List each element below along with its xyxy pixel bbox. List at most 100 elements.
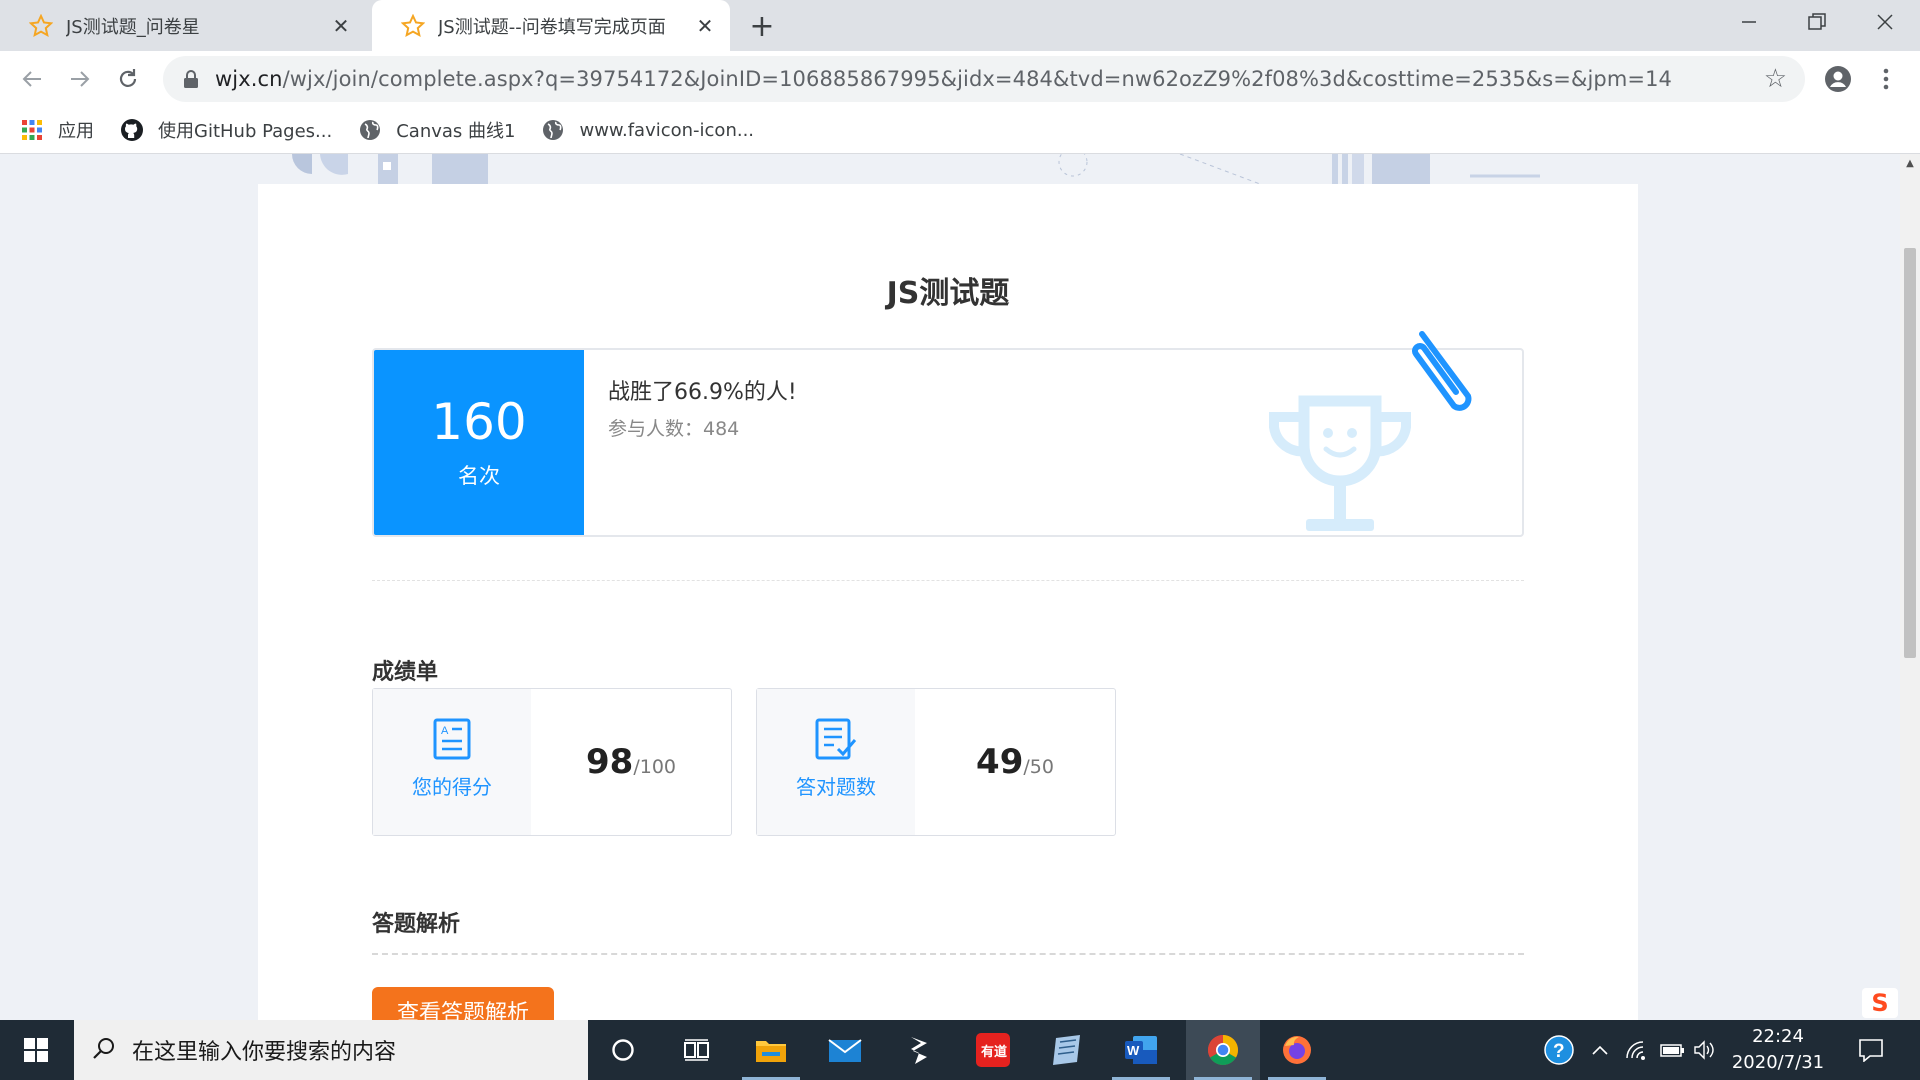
scroll-up-arrow-icon[interactable]: ▲	[1900, 154, 1920, 172]
divider	[372, 580, 1524, 581]
task-view-icon[interactable]	[660, 1020, 734, 1080]
tab-survey[interactable]: JS测试题_问卷星 ✕	[0, 0, 366, 51]
score-value-area: 98 /100	[531, 689, 731, 835]
minimize-icon[interactable]	[1716, 0, 1782, 44]
browser-toolbar: wjx.cn/wjx/join/complete.aspx?q=39754172…	[0, 51, 1920, 107]
sogou-ime-icon[interactable]: S	[1862, 988, 1898, 1018]
tab-complete-page[interactable]: JS测试题--问卷填写完成页面 ✕	[372, 0, 730, 51]
correct-caption: 答对题数	[796, 775, 876, 799]
clock-date: 2020/7/31	[1731, 1052, 1825, 1073]
svg-text:?: ?	[1553, 1041, 1565, 1062]
scrollbar-thumb[interactable]	[1904, 248, 1916, 658]
firefox-icon[interactable]	[1260, 1020, 1334, 1080]
url-path: /wjx/join/complete.aspx?q=39754172&JoinI…	[282, 67, 1673, 91]
wifi-icon[interactable]	[1620, 1020, 1654, 1080]
rank-label: 名次	[458, 464, 500, 488]
correct-value-area: 49 /50	[915, 689, 1115, 835]
result-card: JS测试题 160 名次 战胜了66.9%的人! 参与人数：484 成绩单 A …	[258, 184, 1638, 1020]
star-favicon-icon	[400, 13, 426, 39]
svg-text:A: A	[441, 725, 449, 737]
bookmark-label: 使用GitHub Pages...	[158, 121, 333, 142]
bookmark-label: www.favicon-icon...	[579, 119, 755, 141]
view-analysis-button[interactable]: 查看答题解析	[372, 987, 554, 1020]
bookmark-github[interactable]: 使用GitHub Pages...	[120, 117, 332, 143]
bookmark-favicon[interactable]: www.favicon-icon...	[541, 118, 754, 142]
globe-icon	[358, 118, 382, 142]
help-icon[interactable]: ?	[1538, 1020, 1580, 1080]
paperclip-icon	[1412, 331, 1472, 411]
page-title: JS测试题	[886, 276, 1010, 311]
rank-value: 160	[431, 393, 527, 451]
score-sheet-icon: A	[433, 718, 471, 760]
bookmark-label: 应用	[58, 121, 94, 142]
volume-icon[interactable]	[1690, 1020, 1720, 1080]
windows-start-icon[interactable]	[0, 1020, 72, 1080]
correct-count-box: 答对题数 49 /50	[756, 688, 1116, 836]
page-scrollbar[interactable]: ▲	[1900, 154, 1920, 1020]
beat-percentage-text: 战胜了66.9%的人!	[608, 380, 797, 405]
bookmark-canvas[interactable]: Canvas 曲线1	[358, 117, 515, 143]
scorecard-heading: 成绩单	[372, 660, 439, 685]
close-window-icon[interactable]	[1852, 0, 1918, 44]
profile-avatar-icon[interactable]	[1820, 61, 1856, 97]
taskbar-search[interactable]: 在这里输入你要搜索的内容	[74, 1020, 588, 1080]
bookmark-apps[interactable]: 应用	[20, 117, 94, 143]
divider	[372, 953, 1524, 955]
rank-panel: 160 名次 战胜了66.9%的人! 参与人数：484	[372, 348, 1524, 537]
correct-value: 49	[976, 742, 1024, 782]
score-caption: 您的得分	[412, 775, 492, 799]
system-clock[interactable]: 22:24 2020/7/31	[1718, 1020, 1838, 1080]
close-tab-icon[interactable]: ✕	[328, 13, 354, 39]
svg-text:W: W	[1127, 1043, 1140, 1058]
clock-time: 22:24	[1752, 1026, 1804, 1047]
tab-strip: JS测试题_问卷星 ✕ JS测试题--问卷填写完成页面 ✕ +	[0, 0, 1920, 51]
github-icon	[120, 118, 144, 142]
bookmark-star-icon[interactable]: ☆	[1764, 64, 1787, 94]
checklist-icon	[815, 718, 857, 760]
bookmarks-bar: 应用 使用GitHub Pages... Canvas 曲线1 www.favi…	[0, 107, 1920, 154]
search-placeholder: 在这里输入你要搜索的内容	[132, 1040, 397, 1065]
sublime-text-icon[interactable]	[882, 1020, 956, 1080]
url-host: wjx.cn	[215, 67, 283, 91]
notification-center-icon[interactable]	[1848, 1020, 1894, 1080]
apps-grid-icon	[20, 118, 44, 142]
more-menu-icon[interactable]	[1868, 61, 1904, 97]
rank-block: 160 名次	[374, 350, 584, 535]
correct-icon-column: 答对题数	[757, 689, 915, 835]
score-total: /100	[633, 756, 676, 778]
mail-icon[interactable]	[808, 1020, 882, 1080]
address-bar[interactable]: wjx.cn/wjx/join/complete.aspx?q=39754172…	[163, 56, 1805, 102]
youdao-dictionary-icon[interactable]: 有道	[956, 1020, 1030, 1080]
score-icon-column: A 您的得分	[373, 689, 531, 835]
star-favicon-icon	[28, 13, 54, 39]
battery-icon[interactable]	[1656, 1020, 1690, 1080]
cortana-icon[interactable]	[586, 1020, 660, 1080]
score-value: 98	[586, 742, 634, 782]
reload-icon[interactable]	[110, 61, 146, 97]
forward-arrow-icon[interactable]	[62, 61, 98, 97]
analysis-heading: 答题解析	[372, 912, 461, 937]
word-icon[interactable]: W	[1104, 1020, 1178, 1080]
chevron-up-icon[interactable]	[1584, 1020, 1616, 1080]
tab-title: JS测试题_问卷星	[66, 16, 200, 38]
url-text: wjx.cn/wjx/join/complete.aspx?q=39754172…	[215, 67, 1672, 91]
trophy-icon	[1269, 395, 1411, 531]
globe-icon	[541, 118, 565, 142]
chrome-icon[interactable]	[1186, 1020, 1260, 1080]
new-tab-button[interactable]: +	[746, 9, 778, 44]
header-illustration	[292, 154, 1540, 184]
lock-icon[interactable]	[181, 69, 201, 89]
notepad-app-icon[interactable]	[1030, 1020, 1104, 1080]
restore-icon[interactable]	[1784, 0, 1850, 44]
score-box: A 您的得分 98 /100	[372, 688, 732, 836]
tab-title: JS测试题--问卷填写完成页面	[438, 16, 666, 38]
bookmark-label: Canvas 曲线1	[396, 121, 516, 142]
page-viewport: JS测试题 160 名次 战胜了66.9%的人! 参与人数：484 成绩单 A …	[0, 154, 1900, 1020]
windows-taskbar: 在这里输入你要搜索的内容 有道 W ? 22:24 2020/7/31	[0, 1020, 1920, 1080]
close-tab-icon[interactable]: ✕	[692, 13, 718, 39]
svg-text:有道: 有道	[981, 1044, 1007, 1060]
correct-total: /50	[1023, 756, 1054, 778]
file-explorer-icon[interactable]	[734, 1020, 808, 1080]
back-arrow-icon[interactable]	[14, 61, 50, 97]
search-icon	[92, 1036, 116, 1064]
